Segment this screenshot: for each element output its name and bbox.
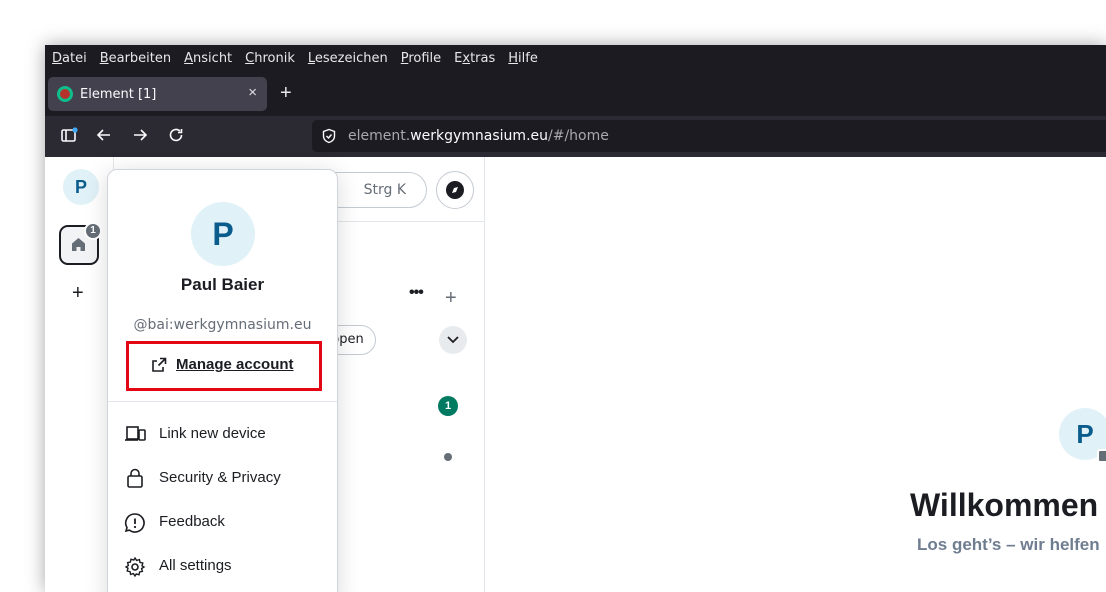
tab-element[interactable]: Element [1] ×	[48, 77, 267, 111]
forward-arrow-icon[interactable]	[130, 126, 150, 146]
close-tab-icon[interactable]: ×	[248, 85, 257, 101]
back-arrow-icon[interactable]	[94, 126, 114, 146]
url-host: werkgymnasium.eu	[410, 128, 549, 144]
menu-item-all-settings[interactable]: All settings	[108, 544, 337, 588]
home-icon	[72, 238, 85, 251]
element-app: P 1 + Strg K ••• + ppen 1 P Willkommen L…	[45, 157, 1106, 592]
menu-accelerator: L	[307, 51, 315, 66]
menu-item-security-privacy[interactable]: Security & Privacy	[108, 456, 337, 500]
camera-icon[interactable]	[1097, 449, 1106, 463]
user-menu-avatar: P	[191, 202, 255, 266]
search-shortcut: Strg K	[363, 182, 406, 198]
menu-lesezeichen[interactable]: Lesezeichen	[308, 51, 388, 66]
menu-accelerator: A	[184, 51, 194, 66]
menu-accelerator: D	[52, 51, 63, 66]
welcome-title: Willkommen	[910, 487, 1099, 523]
explore-rooms-button[interactable]	[436, 171, 474, 209]
compass-icon	[446, 181, 464, 199]
menu-accelerator: C	[245, 51, 255, 66]
url-path: /#/home	[548, 128, 609, 144]
url-bar[interactable]: element. werkgymnasium.eu/#/home	[312, 120, 1106, 152]
sidebar-toggle-icon[interactable]	[59, 126, 79, 146]
menu-profile[interactable]: Profile	[401, 51, 441, 66]
menu-ansicht[interactable]: Ansicht	[184, 51, 232, 66]
menu-item-label: Link new device	[159, 425, 266, 442]
menu-item-label: Security & Privacy	[159, 469, 281, 486]
manage-account-button[interactable]: Manage account	[126, 341, 322, 391]
welcome-subtitle: Los geht’s – wir helfen	[917, 535, 1100, 554]
new-tab-button[interactable]: +	[280, 83, 292, 103]
menu-divider	[108, 401, 337, 402]
gear-icon	[124, 556, 146, 578]
menu-datei[interactable]: Datei	[52, 51, 87, 66]
user-avatar[interactable]: P	[63, 169, 99, 205]
reload-icon[interactable]	[166, 126, 186, 146]
create-space-button[interactable]: +	[72, 283, 84, 303]
menu-item-label: Feedback	[159, 513, 225, 530]
menu-accelerator: H	[508, 51, 519, 66]
home-page: P Willkommen Los geht’s – wir helfen	[485, 157, 1106, 592]
manage-account-label: Manage account	[176, 356, 294, 373]
add-room-button[interactable]: +	[445, 288, 457, 308]
menu-item-feedback[interactable]: Feedback	[108, 500, 337, 544]
browser-window: Datei Bearbeiten Ansicht Chronik Lesezei…	[45, 45, 1106, 592]
matrix-id: @bai:werkgymnasium.eu	[133, 317, 312, 333]
tab-title: Element [1]	[80, 86, 157, 102]
external-link-icon	[152, 357, 167, 372]
menu-accelerator: P	[400, 51, 409, 66]
menu-item-label: All settings	[159, 557, 232, 574]
shield-icon[interactable]	[321, 128, 337, 144]
navigation-bar: element. werkgymnasium.eu/#/home	[45, 116, 1106, 157]
menu-bar: Datei Bearbeiten Ansicht Chronik Lesezei…	[45, 45, 1106, 72]
menu-item-link-new-device[interactable]: Link new device	[108, 412, 337, 456]
menu-bearbeiten[interactable]: Bearbeiten	[100, 51, 171, 66]
lock-icon	[127, 468, 143, 488]
menu-accelerator: B	[99, 51, 109, 66]
menu-hilfe[interactable]: Hilfe	[508, 51, 538, 66]
home-notification-badge: 1	[84, 222, 102, 240]
room-options-button[interactable]: •••	[409, 285, 424, 301]
tab-bar: Element [1] × +	[45, 72, 1106, 116]
menu-accelerator: x	[462, 51, 471, 66]
menu-chronik[interactable]: Chronik	[245, 51, 295, 66]
menu-extras[interactable]: Extras	[454, 51, 495, 66]
expand-filters-button[interactable]	[439, 326, 467, 354]
url-prefix: element.	[348, 128, 411, 144]
user-menu: P Paul Baier @bai:werkgymnasium.eu Manag…	[107, 169, 338, 592]
devices-icon	[125, 426, 146, 441]
unread-count-badge: 1	[438, 396, 458, 416]
element-favicon-icon	[57, 86, 73, 102]
display-name: Paul Baier	[180, 275, 265, 294]
feedback-icon	[124, 513, 145, 533]
activity-dot	[444, 453, 452, 461]
chevron-down-icon	[447, 336, 459, 344]
space-panel: P 1 +	[45, 157, 114, 592]
